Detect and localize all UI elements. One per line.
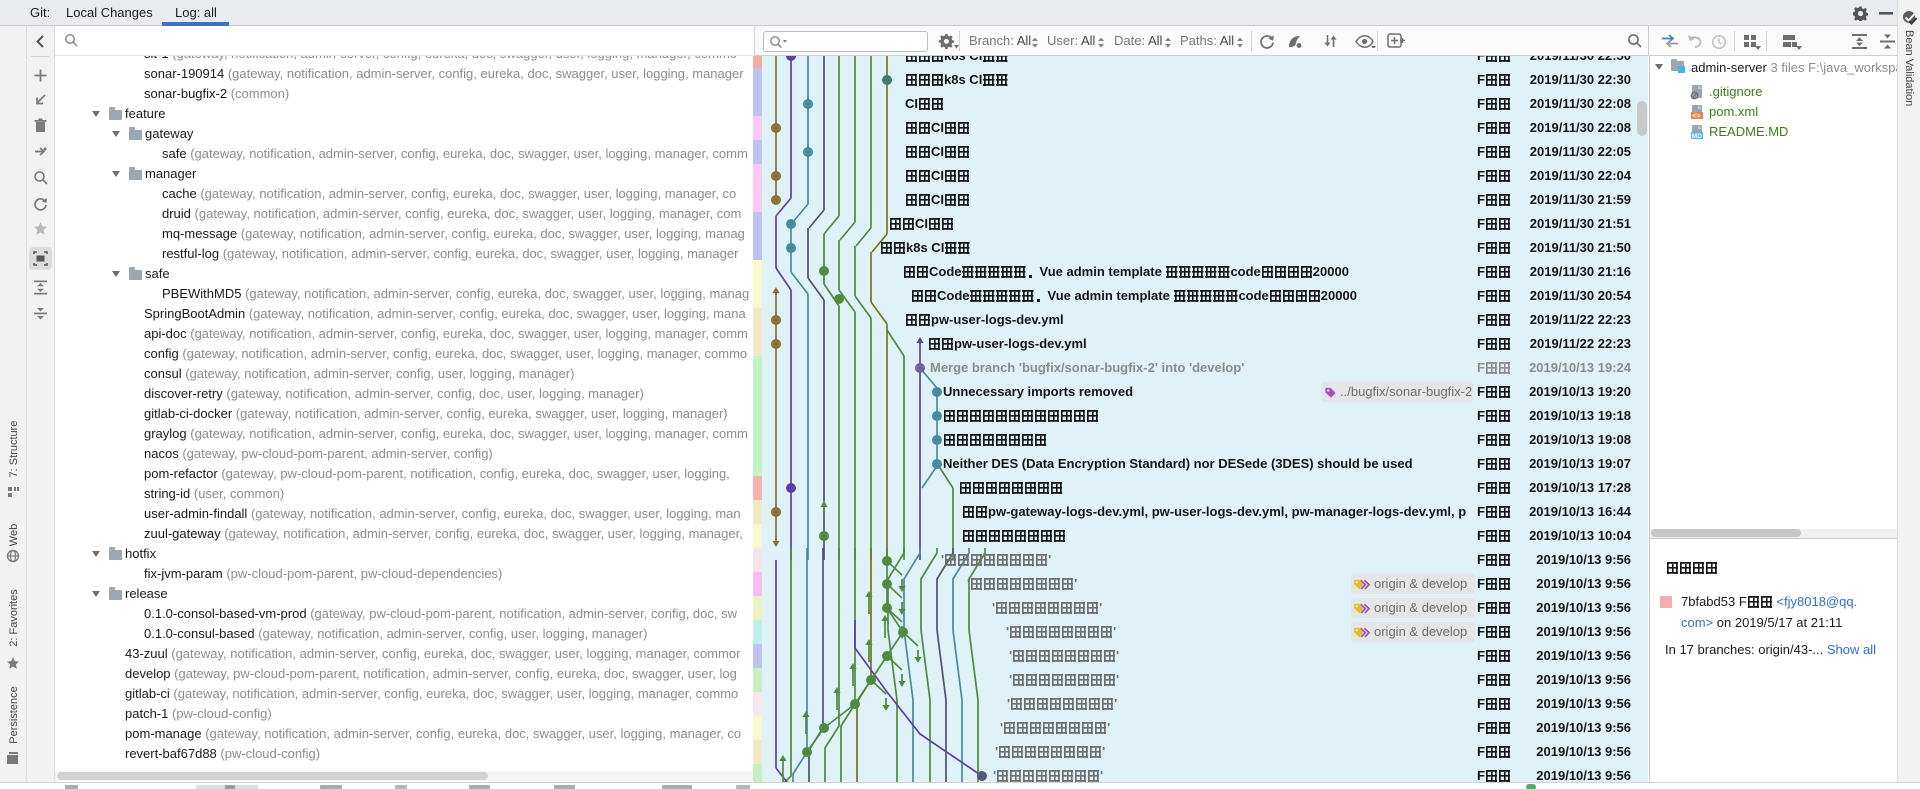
svg-text:MD: MD bbox=[1692, 133, 1702, 140]
svg-text:<>: <> bbox=[1692, 113, 1700, 120]
